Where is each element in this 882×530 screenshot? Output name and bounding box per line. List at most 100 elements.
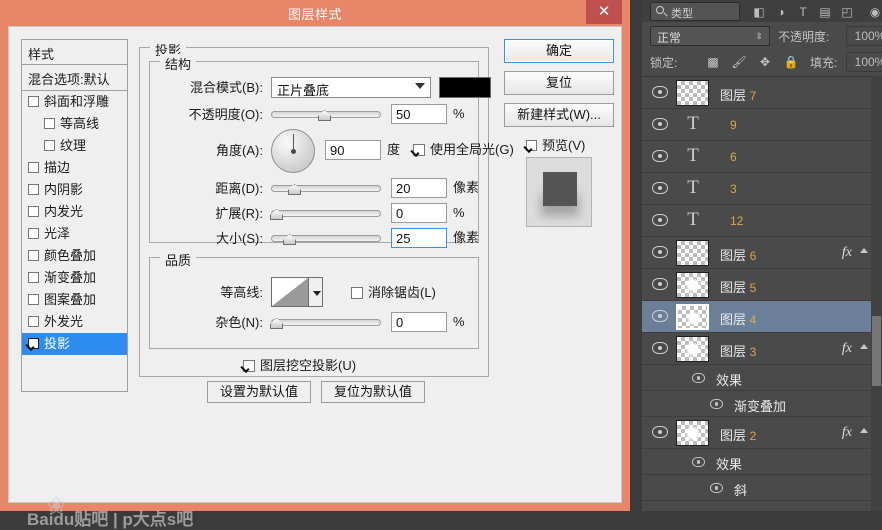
layer-row[interactable]: T3	[642, 173, 882, 205]
fx-icon[interactable]: fx	[842, 245, 852, 261]
layer-blend-mode-select[interactable]: 正常 ⇳	[650, 26, 770, 46]
style-item-0[interactable]: 斜面和浮雕	[22, 91, 127, 113]
style-item-2[interactable]: 纹理	[22, 135, 127, 157]
checkbox-icon[interactable]	[28, 294, 39, 305]
layer-opacity-value[interactable]: 100%	[846, 26, 882, 46]
style-item-1[interactable]: 等高线	[22, 113, 127, 135]
knockout-checkbox[interactable]: 图层挖空投影(U)	[243, 357, 356, 375]
blend-mode-select[interactable]: 正片叠底	[271, 77, 431, 98]
eye-icon[interactable]	[652, 214, 668, 226]
expand-effects-icon[interactable]	[860, 428, 868, 433]
size-slider[interactable]	[271, 228, 381, 248]
preview-checkbox[interactable]: 预览(V)	[526, 135, 585, 154]
checkbox-icon[interactable]	[44, 118, 55, 129]
set-default-button[interactable]: 设置为默认值	[207, 381, 311, 403]
style-item-3[interactable]: 描边	[22, 157, 127, 179]
eye-icon[interactable]	[652, 182, 668, 194]
fx-icon[interactable]: fx	[842, 425, 852, 441]
global-light-checkbox[interactable]: 使用全局光(G)	[413, 141, 514, 159]
layer-row[interactable]: T9	[642, 109, 882, 141]
reset-button[interactable]: 复位	[504, 71, 614, 95]
layer-thumbnail[interactable]	[676, 240, 709, 266]
checkbox-icon[interactable]	[28, 206, 39, 217]
smart-filter-icon[interactable]: ◰	[838, 4, 856, 20]
expand-effects-icon[interactable]	[860, 344, 868, 349]
eye-icon[interactable]	[652, 342, 668, 354]
all-lock-icon[interactable]: 🔒	[782, 54, 800, 70]
layer-thumbnail[interactable]	[676, 272, 709, 298]
fill-value[interactable]: 100%	[846, 52, 882, 72]
layer-effects-row[interactable]: 效果	[642, 449, 882, 475]
style-item-10[interactable]: 外发光	[22, 311, 127, 333]
layer-thumbnail[interactable]	[676, 304, 709, 330]
style-item-4[interactable]: 内阴影	[22, 179, 127, 201]
close-icon[interactable]: ✕	[586, 0, 622, 24]
layer-effects-row[interactable]: 效果	[642, 365, 882, 391]
angle-dial[interactable]	[271, 129, 315, 173]
layer-row[interactable]: 图层 7	[642, 77, 882, 109]
opacity-input[interactable]: 50	[391, 104, 447, 124]
distance-input[interactable]: 20	[391, 178, 447, 198]
spread-input[interactable]: 0	[391, 203, 447, 223]
layer-row[interactable]: T6	[642, 141, 882, 173]
contour-dropdown-button[interactable]	[309, 277, 323, 307]
scrollbar-thumb[interactable]	[872, 316, 881, 386]
eye-icon[interactable]	[652, 246, 668, 258]
checkbox-icon[interactable]	[28, 184, 39, 195]
eye-icon[interactable]	[692, 457, 705, 467]
eye-icon[interactable]	[652, 426, 668, 438]
shadow-color-swatch[interactable]	[439, 77, 491, 98]
layer-row[interactable]: 图层 6 fx	[642, 237, 882, 269]
new-style-button[interactable]: 新建样式(W)...	[504, 103, 614, 127]
checkbox-icon[interactable]	[28, 272, 39, 283]
contour-preview[interactable]	[271, 277, 309, 307]
checkbox-icon[interactable]	[28, 338, 39, 349]
eye-icon[interactable]	[652, 278, 668, 290]
style-item-11[interactable]: 投影	[22, 333, 127, 355]
fx-icon[interactable]: fx	[842, 341, 852, 357]
eye-icon[interactable]	[692, 373, 705, 383]
blending-options-item[interactable]: 混合选项:默认	[21, 65, 128, 91]
shape-filter-icon[interactable]: ▤	[816, 4, 834, 20]
layer-thumbnail[interactable]	[676, 420, 709, 446]
distance-slider[interactable]	[271, 178, 381, 198]
style-effect-list[interactable]: 斜面和浮雕 等高线 纹理 描边 内阴影 内发光 光泽 颜色叠加 渐变叠加 图案叠加 外发光 投影	[21, 91, 128, 392]
ok-button[interactable]: 确定	[504, 39, 614, 63]
checkbox-icon[interactable]	[28, 316, 39, 327]
type-filter-icon[interactable]: T	[794, 4, 812, 20]
spread-slider[interactable]	[270, 203, 381, 223]
layer-thumbnail[interactable]	[676, 336, 709, 362]
filter-toggle-icon[interactable]: ◉	[866, 4, 882, 20]
layer-row[interactable]: 图层 3 fx	[642, 333, 882, 365]
layer-effect-row[interactable]: 渐变叠加	[642, 391, 882, 417]
layer-row[interactable]: 图层 5	[642, 269, 882, 301]
eye-icon[interactable]	[652, 86, 668, 98]
eye-icon[interactable]	[652, 310, 668, 322]
transparency-lock-icon[interactable]: ▩	[704, 54, 722, 70]
checkbox-icon[interactable]	[28, 162, 39, 173]
checkbox-icon[interactable]	[28, 250, 39, 261]
size-input[interactable]: 25	[391, 228, 447, 248]
style-item-8[interactable]: 渐变叠加	[22, 267, 127, 289]
brush-lock-icon[interactable]: 🖌	[730, 54, 748, 70]
eye-icon[interactable]	[652, 118, 668, 130]
move-lock-icon[interactable]: ✥	[756, 54, 774, 70]
layers-scrollbar[interactable]	[871, 76, 882, 511]
eye-icon[interactable]	[710, 399, 723, 409]
noise-input[interactable]: 0	[391, 312, 447, 332]
angle-input[interactable]: 90	[325, 140, 381, 160]
eye-icon[interactable]	[652, 150, 668, 162]
layer-row[interactable]: 图层 2 fx	[642, 417, 882, 449]
layer-thumbnail[interactable]	[676, 80, 709, 106]
style-item-9[interactable]: 图案叠加	[22, 289, 127, 311]
checkbox-icon[interactable]	[44, 140, 55, 151]
reset-default-button[interactable]: 复位为默认值	[321, 381, 425, 403]
pixel-filter-icon[interactable]: ◧	[750, 4, 768, 20]
checkbox-icon[interactable]	[28, 228, 39, 239]
eye-icon[interactable]	[710, 483, 723, 493]
noise-slider[interactable]	[270, 312, 381, 332]
layer-row[interactable]: 图层 4	[642, 301, 882, 333]
expand-effects-icon[interactable]	[860, 248, 868, 253]
checkbox-icon[interactable]	[28, 96, 39, 107]
layer-rows-container[interactable]: 图层 7 T 9 T 6 T 3 T 12 图层 6 fx 图层 5 图层 4 图层 3 fx 效果 渐变叠加图…	[642, 76, 882, 511]
